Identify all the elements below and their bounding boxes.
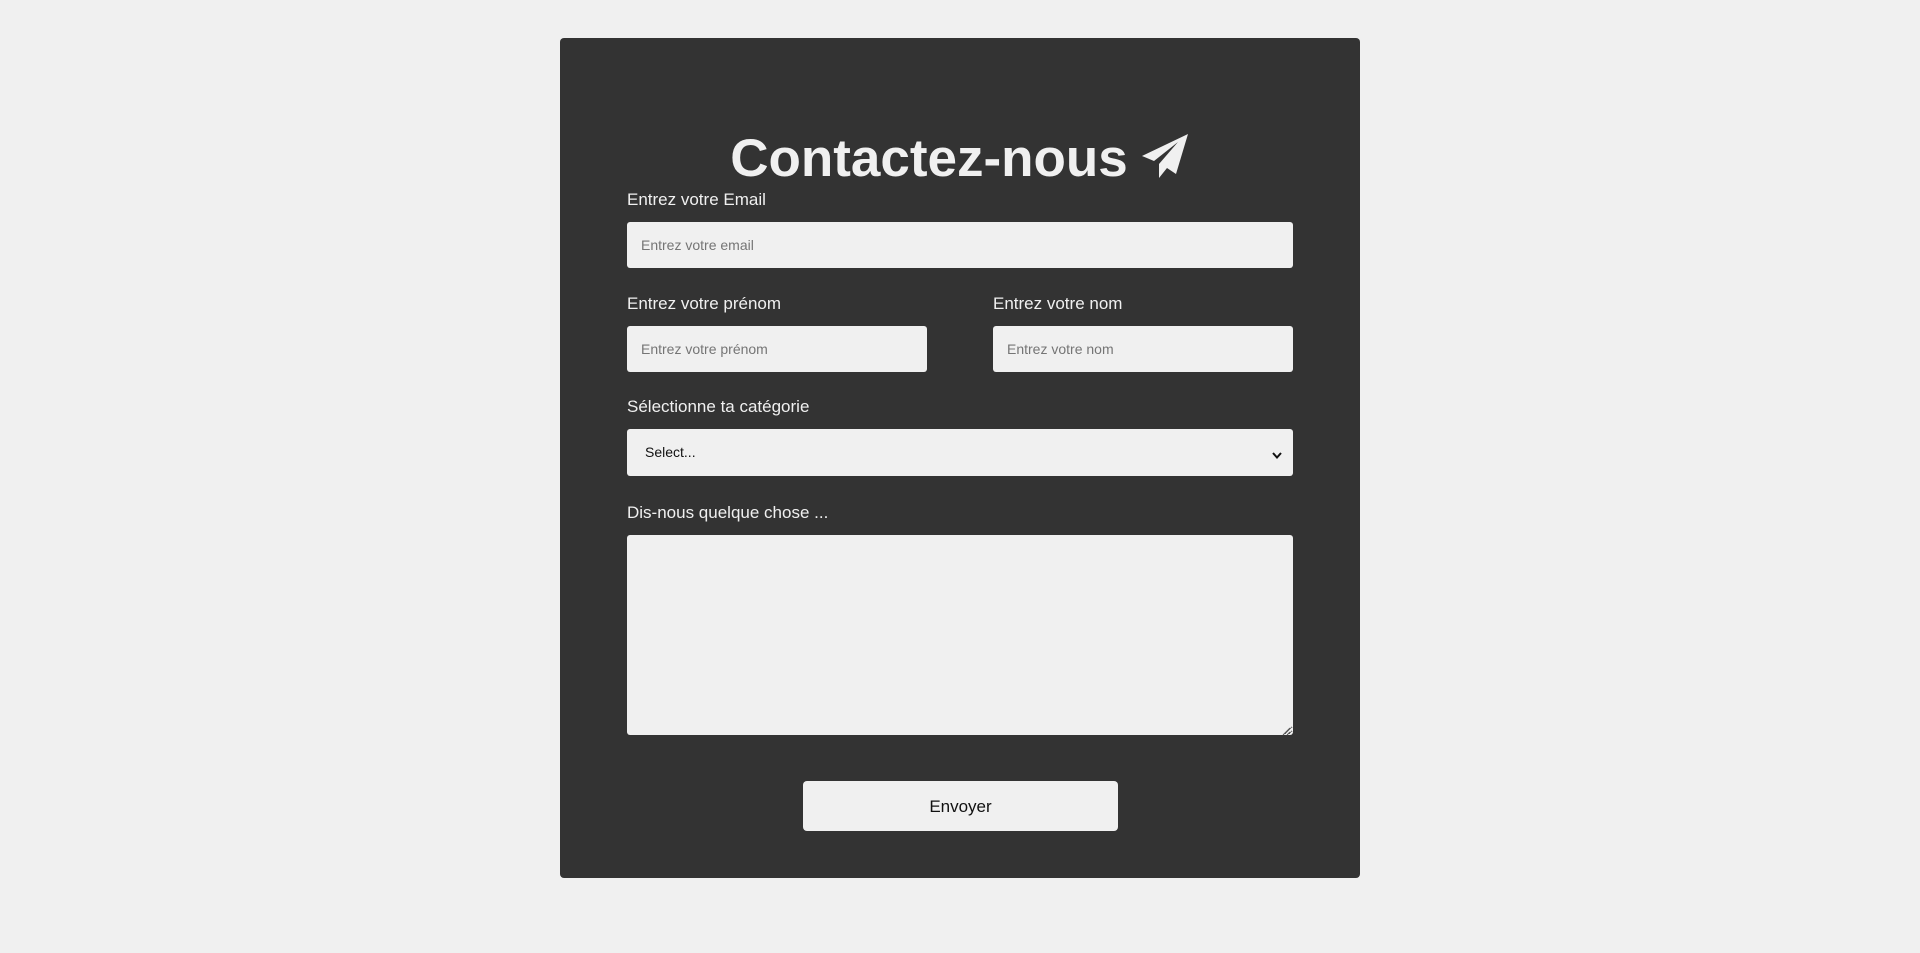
- paper-plane-icon: [1140, 132, 1190, 198]
- page-title-text: Contactez-nous: [730, 129, 1128, 188]
- message-textarea[interactable]: [627, 535, 1293, 735]
- page-title: Contactez-nous: [560, 126, 1360, 198]
- category-select[interactable]: Select...: [627, 429, 1293, 476]
- category-select-value: Select...: [645, 444, 696, 460]
- chevron-down-icon: [1271, 448, 1283, 466]
- last-name-label: Entrez votre nom: [993, 294, 1123, 313]
- email-field[interactable]: [627, 222, 1293, 268]
- first-name-label: Entrez votre prénom: [627, 294, 782, 313]
- category-label: Sélectionne ta catégorie: [627, 397, 810, 416]
- last-name-field[interactable]: [993, 326, 1293, 372]
- message-label: Dis-nous quelque chose ...: [627, 503, 829, 522]
- resize-grip-icon[interactable]: [1281, 723, 1291, 741]
- submit-button[interactable]: Envoyer: [803, 781, 1118, 831]
- email-label: Entrez votre Email: [627, 190, 766, 209]
- contact-form-card: Contactez-nous Entrez votre Email Entrez…: [560, 38, 1360, 878]
- first-name-field[interactable]: [627, 326, 927, 372]
